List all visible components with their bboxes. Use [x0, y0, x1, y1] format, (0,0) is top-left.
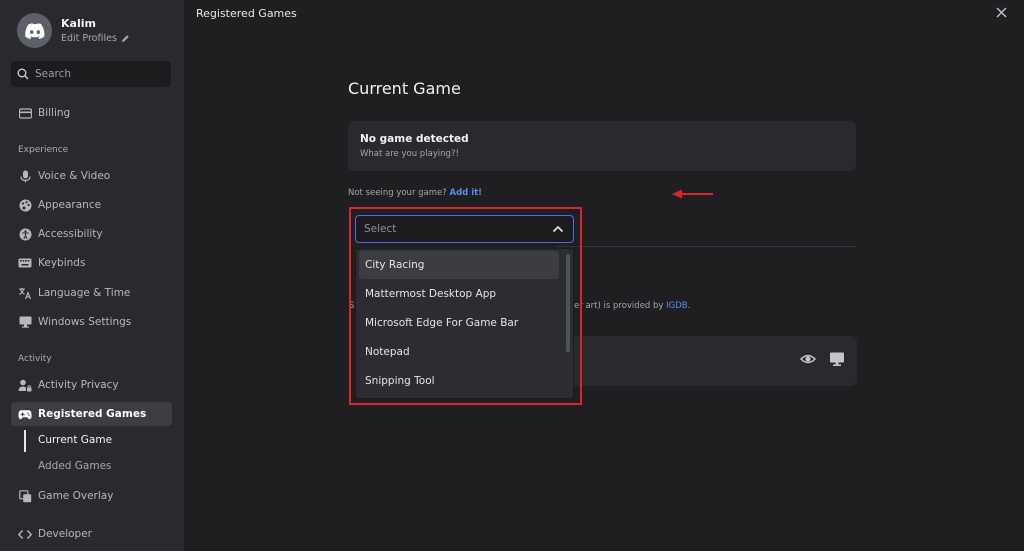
- avatar[interactable]: [17, 13, 52, 48]
- sidebar-item-voice-video[interactable]: Voice & Video: [11, 164, 172, 188]
- section-label-experience: Experience: [18, 145, 69, 155]
- sidebar-item-game-overlay[interactable]: Game Overlay: [11, 484, 172, 508]
- profile-name: Kalim: [61, 17, 96, 30]
- sidebar-item-language-time[interactable]: Language & Time: [11, 281, 172, 305]
- sidebar-item-registered-games[interactable]: Registered Games: [11, 402, 172, 426]
- settings-sidebar: Kalim Edit Profiles Search Billing Exper…: [0, 0, 184, 551]
- sidebar-item-billing[interactable]: Billing: [11, 101, 172, 125]
- close-button[interactable]: [996, 6, 1007, 22]
- pencil-icon: [121, 35, 129, 43]
- sidebar-item-accessibility[interactable]: Accessibility: [11, 222, 172, 246]
- sidebar-item-developer[interactable]: Developer: [11, 522, 172, 546]
- sidebar-item-appearance[interactable]: Appearance: [11, 193, 172, 217]
- main-content: Registered Games Current Game No game de…: [184, 0, 1024, 551]
- game-status-title: No game detected: [360, 133, 469, 145]
- overlay-monitor-icon[interactable]: [829, 351, 845, 367]
- current-game-card: No game detected What are you playing?!: [348, 121, 856, 171]
- not-seeing-label: Not seeing your game?: [348, 188, 447, 198]
- search-placeholder: Search: [35, 68, 72, 80]
- discord-logo-icon: [24, 22, 44, 39]
- billing-icon: [18, 106, 32, 120]
- keyboard-icon: [18, 256, 32, 270]
- sidebar-item-label: Language & Time: [38, 287, 131, 299]
- search-bar[interactable]: Search: [11, 61, 171, 87]
- sidebar-item-label: Billing: [38, 107, 71, 119]
- igdb-credit-suffix: .: [687, 301, 691, 311]
- user-lock-icon: [18, 378, 32, 392]
- game-select-dropdown[interactable]: Select: [355, 215, 574, 243]
- dropdown-option-city-racing[interactable]: City Racing: [359, 251, 559, 279]
- sidebar-item-label: Activity Privacy: [38, 379, 119, 391]
- not-seeing-game-text: Not seeing your game? Add it!: [348, 188, 482, 198]
- sidebar-item-label: Voice & Video: [38, 170, 111, 182]
- add-it-link[interactable]: Add it!: [449, 188, 482, 198]
- page-title: Current Game: [348, 79, 461, 98]
- sidebar-item-label: Appearance: [38, 199, 102, 211]
- sidebar-item-label: Game Overlay: [38, 490, 114, 502]
- monitor-icon: [18, 315, 32, 329]
- sidebar-item-activity-privacy[interactable]: Activity Privacy: [11, 373, 172, 397]
- igdb-link[interactable]: IGDB: [666, 301, 687, 311]
- select-placeholder: Select: [364, 223, 397, 235]
- user-profile[interactable]: Kalim Edit Profiles: [17, 13, 130, 48]
- accessibility-icon: [18, 227, 32, 241]
- page-header: Registered Games: [196, 7, 297, 20]
- dropdown-option-notepad[interactable]: Notepad: [359, 338, 559, 366]
- translate-icon: [18, 286, 32, 300]
- search-icon: [17, 68, 29, 80]
- eye-icon[interactable]: [800, 351, 816, 367]
- sidebar-item-label: Windows Settings: [38, 316, 132, 328]
- section-label-activity: Activity: [18, 354, 52, 364]
- igdb-credit-text: ver art) is provided by IGDB.: [569, 301, 690, 311]
- palette-icon: [18, 198, 32, 212]
- sidebar-subitem-added-games[interactable]: Added Games: [38, 460, 112, 472]
- sidebar-item-windows-settings[interactable]: Windows Settings: [11, 310, 172, 334]
- sidebar-item-label: Developer: [38, 528, 93, 540]
- current-subitem-indicator: [24, 430, 26, 452]
- sidebar-item-label: Accessibility: [38, 228, 103, 240]
- overlay-icon: [18, 489, 32, 503]
- divider: [556, 246, 856, 247]
- code-icon: [18, 527, 32, 541]
- dropdown-options-list[interactable]: City Racing Mattermost Desktop App Micro…: [355, 248, 574, 399]
- dropdown-option-edge-game-bar[interactable]: Microsoft Edge For Game Bar: [359, 309, 559, 337]
- sidebar-item-label: Registered Games: [38, 408, 147, 420]
- close-icon: [996, 7, 1007, 18]
- microphone-icon: [18, 169, 32, 183]
- sidebar-item-label: Keybinds: [38, 257, 86, 269]
- dropdown-option-mattermost[interactable]: Mattermost Desktop App: [359, 280, 559, 308]
- chevron-up-icon[interactable]: [552, 224, 564, 234]
- gamepad-icon: [18, 407, 32, 421]
- edit-profiles-label: Edit Profiles: [61, 33, 117, 44]
- sidebar-item-keybinds[interactable]: Keybinds: [11, 251, 172, 275]
- dropdown-option-snipping-tool[interactable]: Snipping Tool: [359, 367, 559, 395]
- game-status-subtitle: What are you playing?!: [360, 149, 459, 159]
- edit-profiles-link[interactable]: Edit Profiles: [61, 33, 130, 44]
- igdb-credit-prefix: ver art) is provided by: [569, 301, 667, 311]
- annotation-arrow-icon: [672, 189, 713, 199]
- dropdown-scrollbar[interactable]: [566, 254, 570, 352]
- sidebar-subitem-current-game[interactable]: Current Game: [38, 434, 112, 446]
